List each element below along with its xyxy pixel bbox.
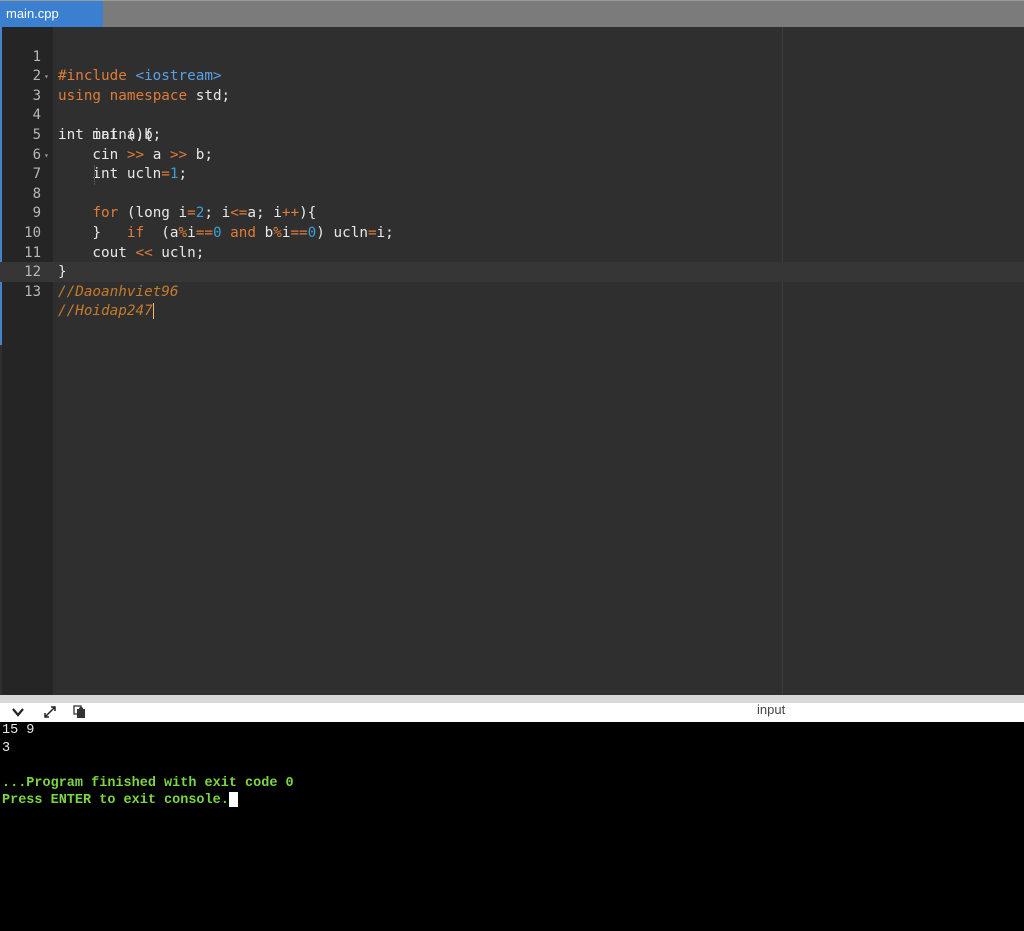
expand-icon[interactable] (40, 705, 60, 721)
copy-icon[interactable] (70, 705, 90, 721)
console-exit-message: ...Program finished with exit code 0 (2, 775, 294, 791)
console-cursor (228, 792, 238, 807)
code-line-11[interactable]: 11 } (0, 224, 1024, 281)
input-label: input (757, 702, 786, 717)
console-line: 3 (2, 740, 11, 756)
tab-main-cpp[interactable]: main.cpp (0, 1, 103, 27)
fold-toggle-icon[interactable]: ▾ (44, 146, 49, 166)
code-line-10[interactable]: 10 cout << ucln; (0, 204, 1024, 261)
text-cursor (152, 303, 154, 320)
code-line-6[interactable]: 6 int ucln=1; (0, 126, 1024, 183)
code-line-9[interactable]: 9 } (0, 185, 1024, 241)
code-line-8[interactable]: 8 if (a%i==0 and b%i==0) ucln=i; (0, 165, 1024, 241)
console-line: 15 9 (2, 723, 35, 738)
chevron-down-icon[interactable] (8, 705, 28, 721)
console-prompt-line: Press ENTER to exit console. (0, 792, 1024, 810)
indent-guide (94, 165, 95, 185)
code-line-1[interactable]: 1 #include <iostream> (0, 28, 1024, 85)
code-editor[interactable]: 1 #include <iostream> 2 using namespace … (0, 27, 1024, 695)
code-line-7[interactable]: 7 ▾ for (long i=2; i<=a; i++){ (0, 146, 1024, 222)
code-line-3[interactable]: 3 ▾ int main(){ (0, 67, 1024, 143)
console-output[interactable]: 15 9 3 ...Program finished with exit cod… (0, 722, 1024, 931)
code-line-2[interactable]: 2 using namespace std; (0, 48, 1024, 104)
code-line-12[interactable]: 12 //Daoanhviet96 (0, 244, 1024, 300)
code-line-4[interactable]: 4 int a,b; (0, 87, 1024, 143)
code-line-13[interactable]: 13 //Hoidap247 (0, 263, 1024, 320)
code-line-5[interactable]: 5 cin >> a >> b; (0, 106, 1024, 163)
console-toolbar: input (0, 695, 1024, 722)
fold-toggle-icon[interactable]: ▾ (44, 67, 49, 87)
tab-bar: main.cpp (0, 0, 1024, 27)
